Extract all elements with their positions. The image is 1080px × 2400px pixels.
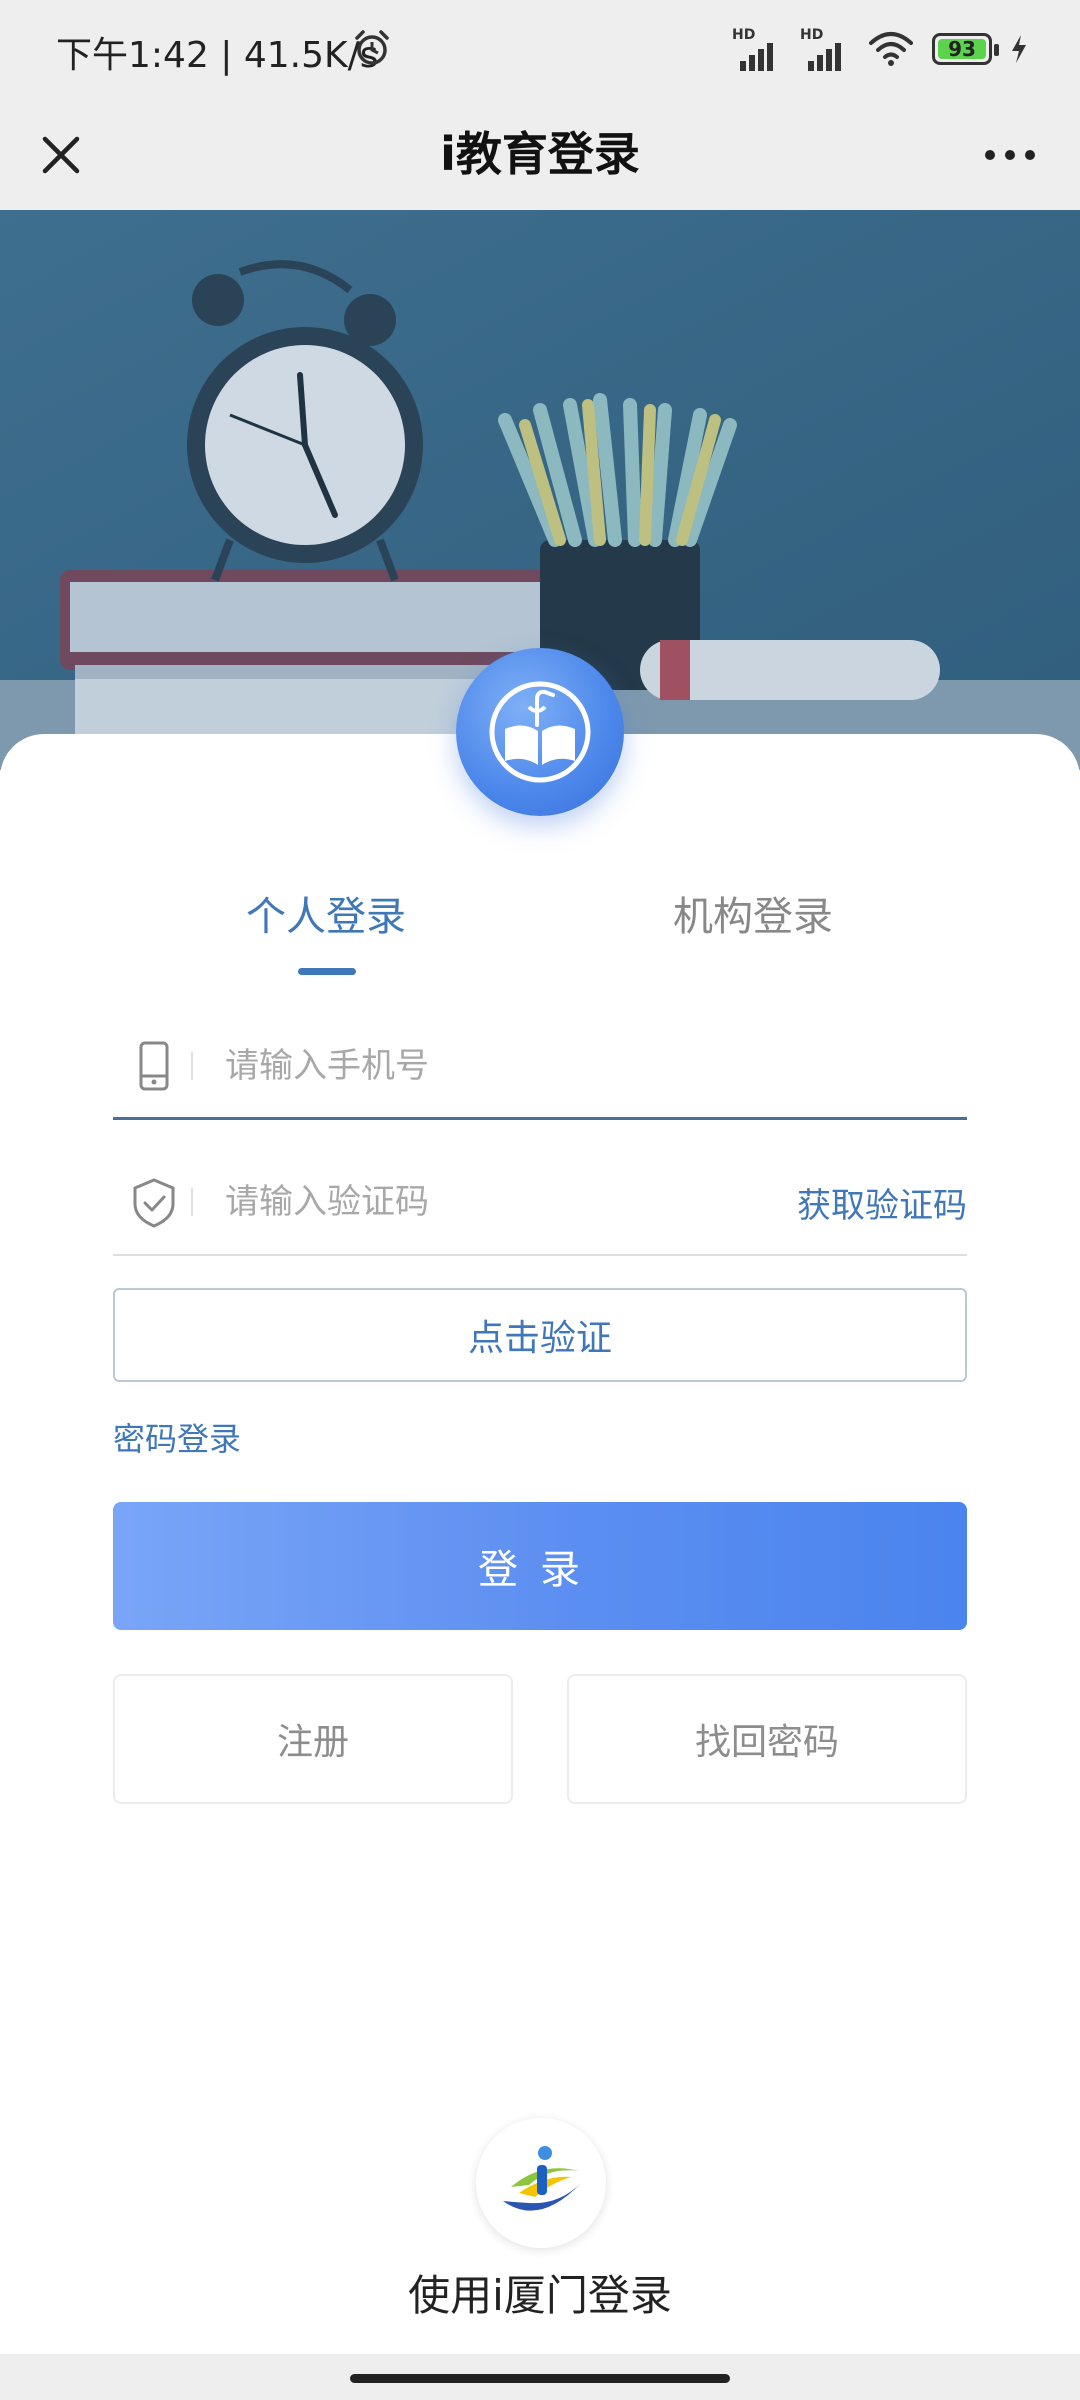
alarm-icon [355, 30, 389, 65]
register-button[interactable]: 注册 [113, 1674, 513, 1804]
home-indicator[interactable] [350, 2374, 730, 2383]
status-bar: 下午1:42 | 41.5K/s HD HD 93 [0, 0, 1080, 100]
book-crane-icon [489, 681, 591, 783]
tab-indicator [298, 968, 356, 975]
shield-check-icon [133, 1178, 175, 1228]
tab-personal-login[interactable]: 个人登录 [246, 884, 406, 942]
ixiamen-logo-icon [503, 2146, 581, 2211]
ixiamen-logo-button[interactable] [476, 2118, 606, 2248]
login-button[interactable]: 登录 [113, 1502, 967, 1630]
wifi-icon [869, 32, 913, 66]
code-input[interactable] [225, 1172, 725, 1232]
phone-input[interactable] [225, 1036, 785, 1096]
more-button[interactable] [970, 120, 1050, 190]
code-field: 获取验证码 [113, 1146, 967, 1256]
find-password-button[interactable]: 找回密码 [567, 1674, 967, 1804]
get-code-button[interactable]: 获取验证码 [797, 1178, 967, 1227]
password-login-link[interactable]: 密码登录 [113, 1414, 241, 1460]
page-title: i教育登录 [440, 127, 640, 181]
app-logo [456, 648, 624, 816]
signal-icon: HD [732, 27, 782, 71]
signal-icon: HD [800, 27, 850, 71]
phone-icon [139, 1041, 169, 1091]
ixiamen-login-label[interactable]: 使用i厦门登录 [0, 2262, 1080, 2323]
status-icons: HD HD 93 [732, 24, 1028, 74]
phone-field [113, 1010, 967, 1120]
tab-org-login[interactable]: 机构登录 [673, 884, 833, 942]
charging-icon [1012, 35, 1026, 63]
status-time: 下午1:42 | 41.5K/s [56, 35, 379, 76]
more-icon [985, 150, 1035, 160]
title-bar: i教育登录 [0, 100, 1080, 210]
verify-button[interactable]: 点击验证 [113, 1288, 967, 1382]
battery-icon: 93 [932, 33, 999, 65]
